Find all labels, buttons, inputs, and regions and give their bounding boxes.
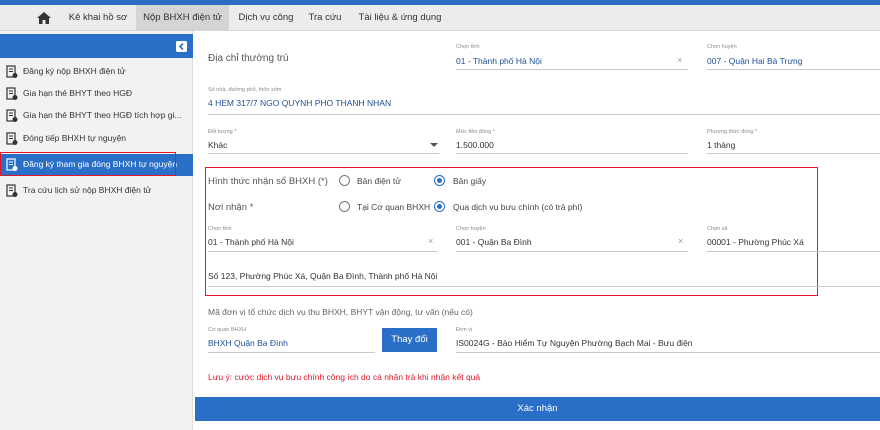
delivery-district-caption: Chọn huyện (456, 226, 486, 232)
highlight-frame (0, 152, 176, 176)
radio-post[interactable] (434, 201, 445, 212)
sidebar-item-renew-bhyt-integrated[interactable]: Gia hạn thẻ BHYT theo HGĐ tích hợp gi... (0, 105, 193, 127)
top-navigation: Kê khai hồ sơ Nộp BHXH điện tử Dịch vụ c… (0, 5, 880, 31)
province-value: 01 - Thành phố Hà Nội (456, 56, 542, 66)
radio-paper[interactable] (434, 175, 445, 186)
unit-value: IS0024G - Bảo Hiểm Tự Nguyện Phường Bạch… (456, 338, 693, 348)
tab-lookup[interactable]: Tra cứu (302, 5, 348, 31)
province-select[interactable]: Chọn tỉnh 01 - Thành phố Hà Nội × (456, 44, 688, 70)
document-icon (6, 65, 18, 79)
amount-input[interactable]: Mức tiền đóng * 1.500.000 (456, 129, 688, 154)
district-select[interactable]: Chọn huyện 007 - Quận Hai Bà Trưng (707, 44, 880, 70)
office-value: BHXH Quận Ba Đình (208, 338, 288, 348)
radio-electronic[interactable] (339, 175, 350, 186)
sidebar-item-renew-bhyt[interactable]: Gia hạn thẻ BHYT theo HGĐ (0, 83, 193, 105)
sidebar-item-label: Gia hạn thẻ BHYT theo HGĐ tích hợp gi... (23, 110, 182, 120)
amount-caption: Mức tiền đóng * (456, 129, 495, 135)
method-select[interactable]: Phương thức đóng * 1 tháng (707, 129, 880, 154)
sidebar-item-label: Đăng ký nộp BHXH điện tử (23, 66, 126, 76)
radio-office[interactable] (339, 201, 350, 212)
sidebar-item-register-electronic[interactable]: Đăng ký nộp BHXH điện tử (0, 61, 193, 83)
district-caption: Chọn huyện (707, 44, 737, 50)
street-caption: Số nhà, đường phố, thôn xóm (208, 87, 282, 93)
sidebar-item-continue-voluntary[interactable]: Đóng tiếp BHXH tự nguyện (0, 128, 193, 150)
district-value: 007 - Quận Hai Bà Trưng (707, 56, 803, 66)
chevron-down-icon[interactable] (430, 143, 438, 147)
home-icon[interactable] (36, 11, 52, 25)
clear-icon[interactable]: × (428, 236, 433, 246)
delivery-ward-value: 00001 - Phường Phúc Xá (707, 237, 804, 247)
radio-paper-label: Bản giấy (453, 176, 487, 186)
radio-post-label: Qua dịch vụ bưu chính (có trả phí) (453, 202, 583, 212)
unit-select[interactable]: Đơn vị IS0024G - Bảo Hiểm Tự Nguyện Phườ… (456, 327, 880, 353)
clear-icon[interactable]: × (678, 236, 683, 246)
clear-icon[interactable]: × (677, 55, 682, 65)
tab-declare[interactable]: Kê khai hồ sơ (62, 5, 134, 31)
delivery-province-select[interactable]: Chọn tỉnh 01 - Thành phố Hà Nội × (208, 226, 438, 252)
street-value: 4 HEM 317/7 NGO QUYNH PHO THANH NHAN (208, 98, 392, 108)
subject-caption: Đối tượng * (208, 129, 237, 135)
sidebar-item-label: Gia hạn thẻ BHYT theo HGĐ (23, 88, 132, 98)
document-icon (6, 132, 18, 146)
tab-documents-apps[interactable]: Tài liệu & ứng dụng (352, 5, 448, 31)
delivery-district-value: 001 - Quận Ba Đình (456, 237, 532, 247)
radio-office-label: Tại Cơ quan BHXH (357, 202, 431, 212)
sidebar-header (0, 34, 193, 58)
bhxh-office-field: Cơ quan BHXH BHXH Quận Ba Đình (208, 327, 375, 353)
address-label: Địa chỉ thường trú (208, 53, 289, 64)
delivery-ward-select[interactable]: Chọn xã 00001 - Phường Phúc Xá (707, 226, 880, 252)
sidebar-item-label: Đóng tiếp BHXH tự nguyện (23, 133, 127, 143)
office-caption: Cơ quan BHXH (208, 327, 247, 333)
confirm-button[interactable]: Xác nhận (195, 397, 880, 421)
delivery-province-caption: Chọn tỉnh (208, 226, 232, 232)
org-code-label: Mã đơn vị tổ chức dịch vụ thu BHXH, BHYT… (208, 307, 473, 317)
document-icon (6, 109, 18, 123)
method-value: 1 tháng (707, 140, 736, 150)
amount-value: 1.500.000 (456, 140, 494, 150)
radio-electronic-label: Bản điện tử (357, 176, 401, 186)
delivery-address-value: Số 123, Phường Phúc Xá, Quận Ba Đình, Th… (208, 271, 438, 281)
sidebar-item-history[interactable]: Tra cứu lịch sử nộp BHXH điện tử (0, 180, 193, 202)
change-button[interactable]: Thay đổi (382, 328, 437, 352)
delivery-ward-caption: Chọn xã (707, 226, 728, 232)
sidebar-item-label: Tra cứu lịch sử nộp BHXH điện tử (23, 185, 152, 195)
delivery-province-value: 01 - Thành phố Hà Nội (208, 237, 294, 247)
delivery-address-input[interactable]: Số 123, Phường Phúc Xá, Quận Ba Đình, Th… (208, 267, 880, 287)
collapse-icon[interactable] (176, 41, 187, 52)
book-form-label: Hình thức nhận sổ BHXH (*) (208, 176, 328, 187)
subject-select[interactable]: Đối tượng * Khác (208, 129, 439, 154)
receive-label: Nơi nhận * (208, 202, 254, 213)
document-icon (6, 184, 18, 198)
main-form: Địa chỉ thường trú Chọn tỉnh 01 - Thành … (195, 31, 880, 430)
subject-value: Khác (208, 140, 228, 150)
delivery-district-select[interactable]: Chọn huyện 001 - Quận Ba Đình × (456, 226, 688, 252)
sidebar: Đăng ký nộp BHXH điện tử Gia hạn thẻ BHY… (0, 31, 193, 430)
unit-caption: Đơn vị (456, 327, 473, 333)
method-caption: Phương thức đóng * (707, 129, 758, 135)
document-icon (6, 87, 18, 101)
tab-public-services[interactable]: Dịch vụ công (232, 5, 300, 31)
tab-submit-bhxh[interactable]: Nộp BHXH điện tử (136, 5, 229, 31)
province-caption: Chọn tỉnh (456, 44, 480, 50)
postal-fee-note: Lưu ý: cước dịch vụ bưu chính công ích d… (208, 372, 481, 382)
street-input[interactable]: Số nhà, đường phố, thôn xóm 4 HEM 317/7 … (208, 87, 880, 115)
